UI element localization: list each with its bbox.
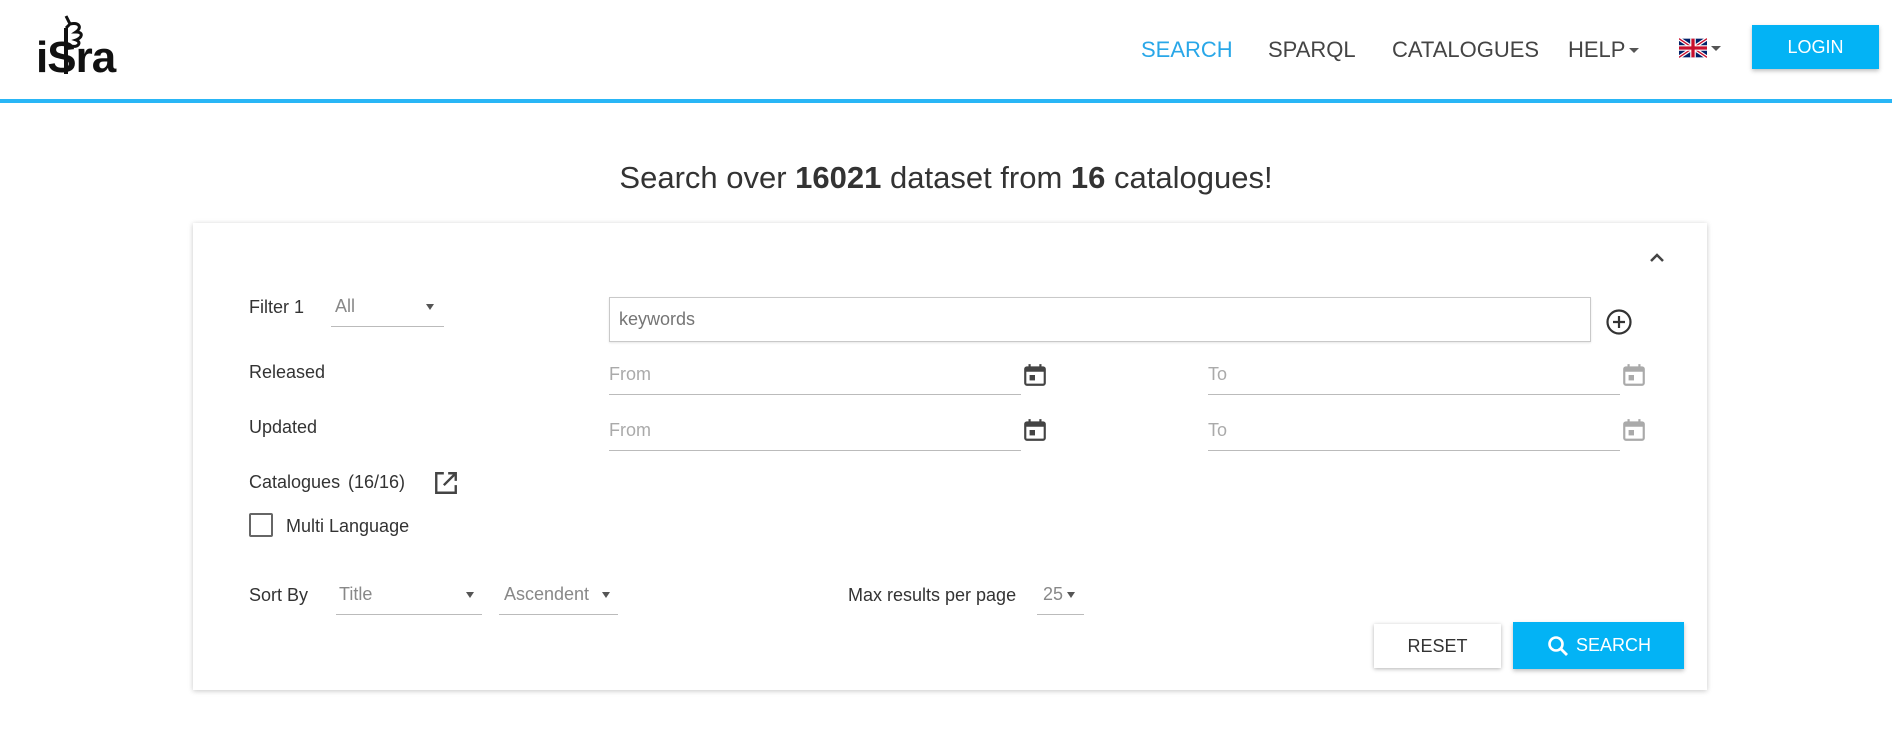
keywords-input[interactable] xyxy=(609,297,1591,342)
released-to-placeholder: To xyxy=(1208,364,1228,384)
nav-search[interactable]: SEARCH xyxy=(1141,30,1233,70)
catalogues-label: Catalogues xyxy=(249,472,341,492)
uk-flag-icon xyxy=(1679,38,1707,58)
released-from-input[interactable]: From xyxy=(609,355,1021,395)
chevron-down-icon xyxy=(1711,45,1721,51)
multi-language-label: Multi Language xyxy=(286,516,410,536)
updated-to-input[interactable]: To xyxy=(1208,411,1620,451)
multi-language-checkbox[interactable] xyxy=(249,513,273,537)
idra-logo[interactable]: iSra xyxy=(36,14,120,82)
dropdown-arrow-icon xyxy=(602,591,610,598)
search-button[interactable]: SEARCH xyxy=(1513,622,1684,669)
headline-middle: dataset from xyxy=(881,160,1071,195)
logo-text: iSra xyxy=(36,33,116,82)
nav-help[interactable]: HELP xyxy=(1568,30,1640,70)
chevron-up-icon[interactable] xyxy=(1646,247,1668,269)
login-button[interactable]: LOGIN xyxy=(1752,25,1879,69)
headline-suffix: catalogues! xyxy=(1105,160,1273,195)
released-label: Released xyxy=(249,362,326,382)
add-filter-icon[interactable] xyxy=(1605,308,1633,336)
chevron-down-icon xyxy=(1629,47,1640,53)
calendar-icon[interactable] xyxy=(1621,417,1647,443)
dropdown-arrow-icon xyxy=(1067,591,1075,598)
sort-field-value: Title xyxy=(339,584,373,604)
max-results-select[interactable]: 25 xyxy=(1037,575,1084,615)
dataset-count: 16021 xyxy=(795,160,882,195)
dropdown-arrow-icon xyxy=(426,303,434,310)
updated-label: Updated xyxy=(249,417,318,437)
sort-field-select[interactable]: Title xyxy=(336,575,482,615)
sort-order-value: Ascendent xyxy=(504,584,590,604)
sort-order-select[interactable]: Ascendent xyxy=(499,575,618,615)
filter1-value: All xyxy=(335,296,356,316)
max-results-value: 25 xyxy=(1043,584,1064,604)
calendar-icon[interactable] xyxy=(1621,362,1647,388)
top-navbar: iSra SEARCH SPARQL CATALOGUES HELP LOGIN xyxy=(0,0,1892,103)
page-headline: Search over 16021 dataset from 16 catalo… xyxy=(0,160,1892,196)
updated-from-placeholder: From xyxy=(609,420,651,440)
filter1-label: Filter 1 xyxy=(249,297,305,317)
dropdown-arrow-icon xyxy=(466,591,474,598)
updated-from-input[interactable]: From xyxy=(609,411,1021,451)
catalogue-count: 16 xyxy=(1070,160,1106,195)
sort-by-label: Sort By xyxy=(249,585,309,605)
updated-to-placeholder: To xyxy=(1208,420,1228,440)
nav-help-label: HELP xyxy=(1568,37,1626,62)
released-from-placeholder: From xyxy=(609,364,651,384)
language-selector[interactable] xyxy=(1679,38,1721,58)
calendar-icon[interactable] xyxy=(1022,362,1048,388)
open-external-icon[interactable] xyxy=(433,470,459,496)
calendar-icon[interactable] xyxy=(1022,417,1048,443)
search-icon xyxy=(1548,635,1568,656)
headline-prefix: Search over xyxy=(619,160,796,195)
nav-sparql[interactable]: SPARQL xyxy=(1268,30,1356,70)
filter1-select[interactable]: All xyxy=(331,287,444,327)
max-results-label: Max results per page xyxy=(848,585,1017,605)
reset-button[interactable]: RESET xyxy=(1374,624,1501,668)
search-button-label: SEARCH xyxy=(1575,635,1651,655)
nav-catalogues[interactable]: CATALOGUES xyxy=(1392,30,1539,70)
released-to-input[interactable]: To xyxy=(1208,355,1620,395)
catalogues-count: (16/16) xyxy=(348,472,406,492)
